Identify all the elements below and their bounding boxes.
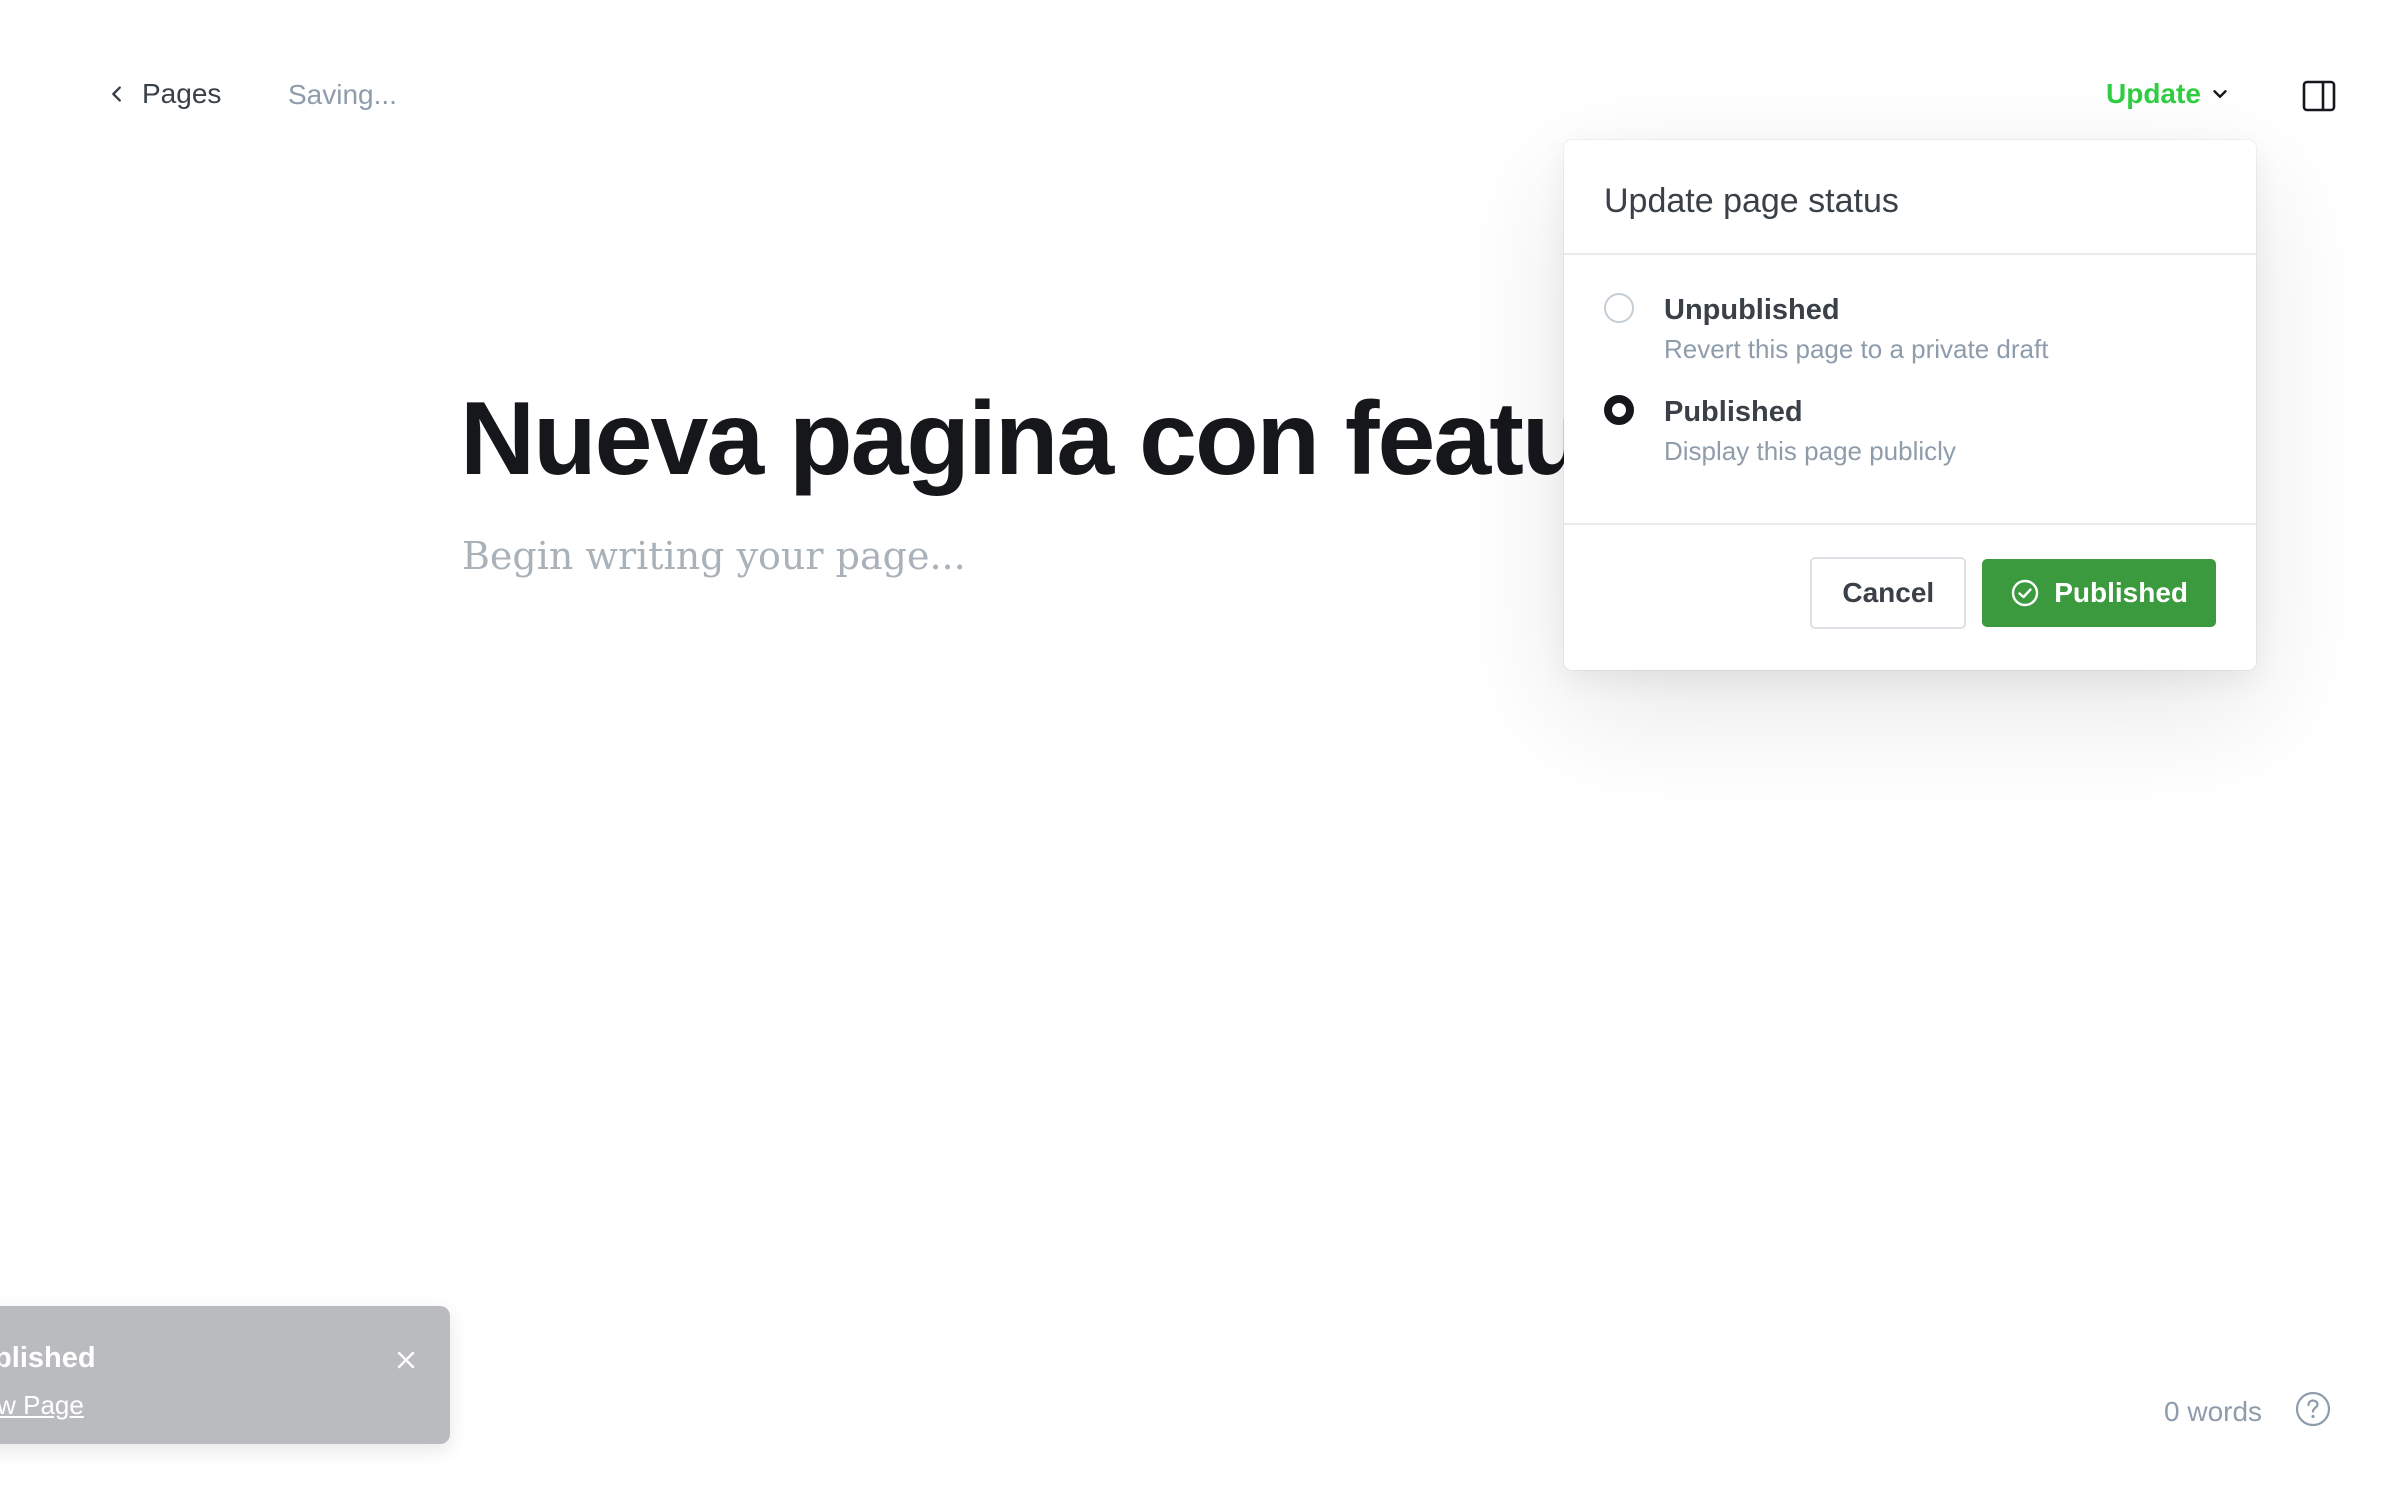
save-status: Saving... [288,79,397,110]
sidebar-panel-icon[interactable] [2302,80,2336,112]
option-unpublished[interactable]: Unpublished Revert this page to a privat… [1604,293,2216,365]
page-title[interactable]: Nueva pagina con feature [460,380,1680,499]
back-link-label: Pages [142,78,222,109]
status-options: Unpublished Revert this page to a privat… [1564,255,2256,525]
publish-button[interactable]: Published [1982,559,2216,627]
option-label: Unpublished [1664,294,1840,326]
popover-actions: Cancel Published [1564,525,2256,629]
editor-body-placeholder[interactable]: Begin writing your page... [462,534,966,578]
word-count: 0 words [2164,1396,2263,1427]
chevron-left-icon [112,86,121,102]
option-description: Display this page publicly [1664,435,1956,466]
notification-toast: Published View Page [0,1306,450,1444]
close-icon[interactable] [392,1346,420,1374]
back-to-pages-link[interactable]: Pages [106,78,221,110]
option-label: Published [1664,395,1803,428]
update-button-label: Update [2106,78,2201,109]
radio-unpublished[interactable] [1604,293,1634,323]
option-published[interactable]: Published Display this page publicly [1604,394,2216,467]
radio-published[interactable] [1604,394,1634,425]
view-page-link[interactable]: View Page [0,1390,84,1421]
check-circle-icon [2012,579,2039,607]
publish-button-label: Published [2054,577,2188,608]
popover-heading: Update page status [1564,140,2256,255]
cancel-button[interactable]: Cancel [1810,557,1967,629]
chevron-down-icon [2213,90,2227,98]
page-editor: Pages Saving... Update Nueva pagina con … [0,0,2400,1496]
question-circle-icon[interactable] [2294,1390,2332,1428]
update-status-popover: Update page status Unpublished Revert th… [1564,140,2256,670]
option-description: Revert this page to a private draft [1664,333,2049,364]
toast-title: Published [0,1342,96,1374]
update-menu-button[interactable]: Update [2106,78,2231,110]
